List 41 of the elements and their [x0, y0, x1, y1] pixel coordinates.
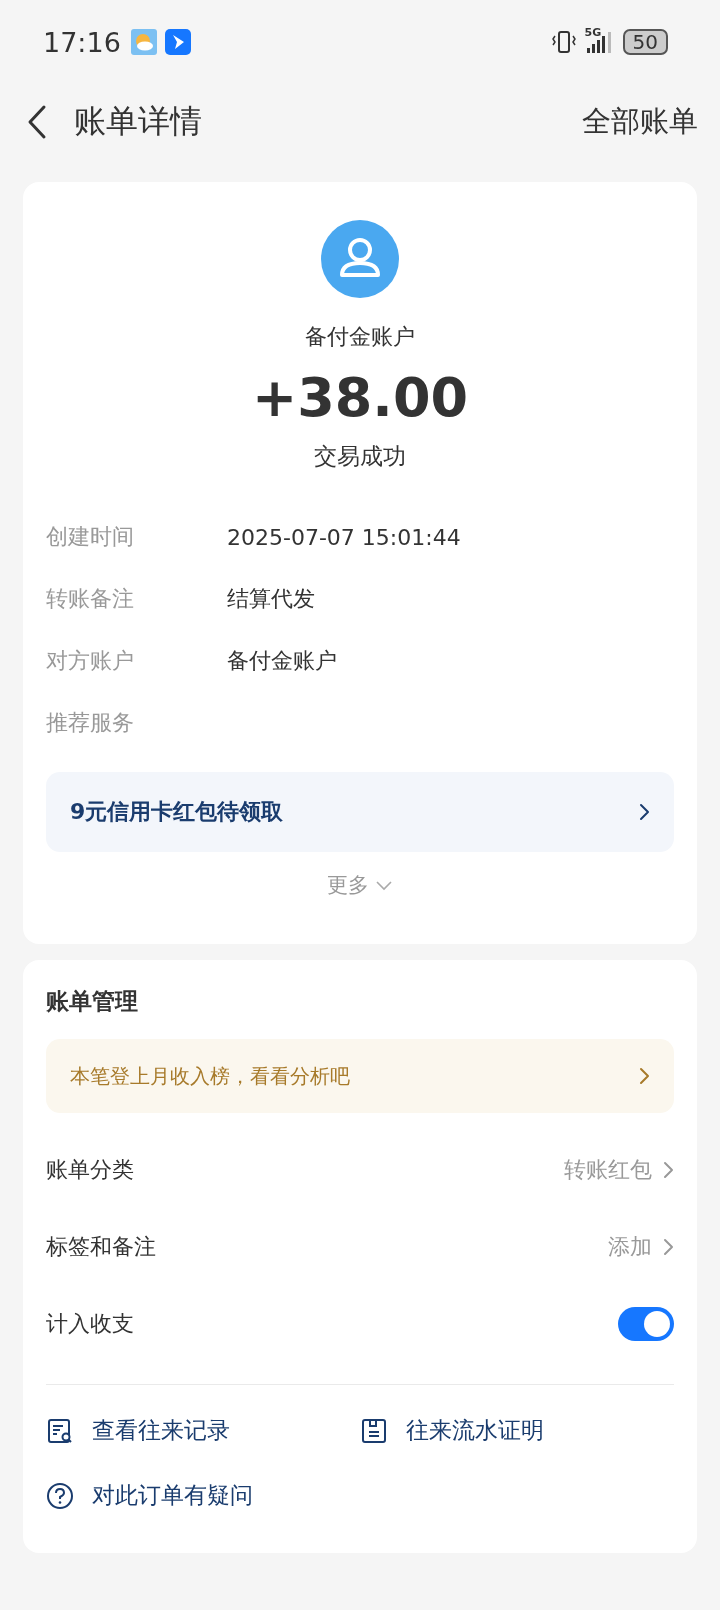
detail-label: 推荐服务	[46, 709, 135, 737]
detail-label: 创建时间	[46, 523, 135, 551]
action-link[interactable]: 查看往来记录	[46, 1415, 360, 1446]
detail-value: 备付金账户	[227, 647, 337, 675]
avatar-icon	[321, 220, 399, 298]
amount: +38.00	[250, 366, 470, 429]
action-link[interactable]: 对此订单有疑问	[46, 1480, 360, 1511]
battery-level: 50	[622, 29, 668, 55]
app-notification-icon	[164, 29, 191, 55]
toggle-switch[interactable]	[618, 1306, 674, 1341]
question-icon	[46, 1481, 74, 1510]
promo-text: 9元信用卡红包待领取	[70, 798, 284, 826]
back-icon	[26, 104, 48, 140]
clock-time: 17:16	[43, 26, 121, 58]
chevron-right-icon	[638, 1067, 650, 1085]
detail-value: 2025-07-07 15:01:44	[227, 524, 461, 550]
promo-banner[interactable]: 9元信用卡红包待领取	[46, 772, 674, 852]
all-bills-link[interactable]: 全部账单	[582, 102, 698, 142]
detail-value: 结算代发	[227, 585, 315, 613]
section-title: 账单管理	[46, 987, 139, 1016]
setting-label: 计入收支	[46, 1309, 134, 1338]
vibrate-icon	[550, 29, 577, 55]
chevron-right-icon	[638, 803, 650, 821]
network-type: 5G	[584, 26, 602, 39]
document-icon	[360, 1416, 388, 1445]
chevron-down-icon	[375, 879, 393, 891]
record-search-icon	[46, 1416, 74, 1445]
detail-label: 转账备注	[46, 585, 135, 613]
detail-label: 对方账户	[46, 647, 135, 675]
chevron-right-icon	[662, 1237, 674, 1256]
transaction-status: 交易成功	[313, 442, 407, 471]
weather-icon	[130, 29, 157, 55]
action-link[interactable]: 往来流水证明	[360, 1415, 674, 1446]
account-name: 备付金账户	[304, 323, 416, 351]
setting-label: 标签和备注	[46, 1232, 156, 1261]
back-button[interactable]	[26, 104, 48, 140]
page-title: 账单详情	[74, 101, 202, 142]
insight-banner[interactable]: 本笔登上月收入榜，看看分析吧	[46, 1039, 674, 1113]
banner-text: 本笔登上月收入榜，看看分析吧	[70, 1062, 350, 1090]
chevron-right-icon	[662, 1160, 674, 1179]
setting-label: 账单分类	[46, 1155, 134, 1184]
